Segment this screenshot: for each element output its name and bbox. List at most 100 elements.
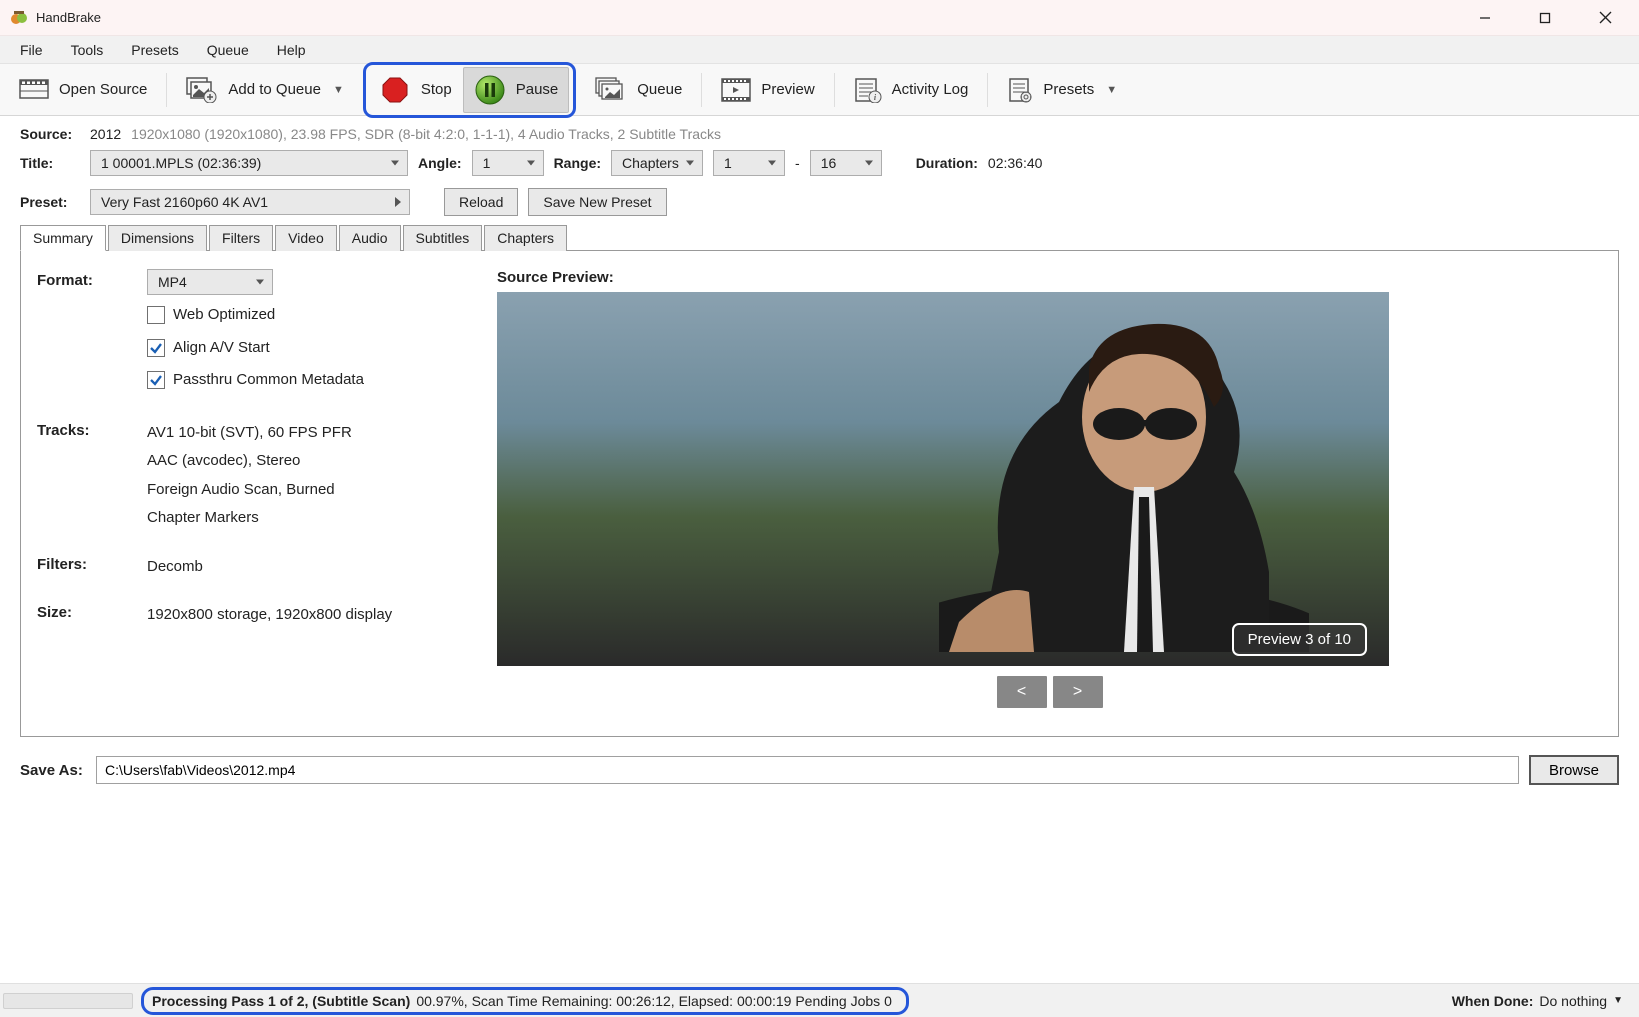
filters-label: Filters: (37, 553, 147, 573)
pause-label: Pause (516, 81, 559, 98)
tabstrip: Summary Dimensions Filters Video Audio S… (20, 224, 1619, 251)
chevron-down-icon: ▼ (1106, 84, 1117, 96)
when-done-dropdown[interactable]: When Done: Do nothing ▼ (1452, 993, 1623, 1009)
save-row: Save As: Browse (0, 743, 1639, 789)
tab-video[interactable]: Video (275, 225, 337, 251)
film-icon (19, 77, 49, 103)
size-value: 1920x800 storage, 1920x800 display (147, 601, 457, 630)
chevron-down-icon: ▼ (333, 84, 344, 96)
queue-button[interactable]: Queue (584, 70, 693, 110)
open-source-button[interactable]: Open Source (8, 70, 158, 110)
preview-button[interactable]: Preview (710, 71, 825, 109)
menubar: File Tools Presets Queue Help (0, 36, 1639, 64)
source-meta: 1920x1080 (1920x1080), 23.98 FPS, SDR (8… (131, 126, 721, 142)
tab-filters[interactable]: Filters (209, 225, 273, 251)
add-to-queue-label: Add to Queue (228, 81, 321, 98)
duration-value: 02:36:40 (988, 155, 1043, 171)
title-combo[interactable]: 1 00001.MPLS (02:36:39) (90, 150, 408, 176)
preview-next-button[interactable]: > (1053, 676, 1103, 708)
source-section: Source: 2012 1920x1080 (1920x1080), 23.9… (0, 116, 1639, 743)
checkbox-icon (147, 371, 165, 389)
range-from-combo[interactable]: 1 (713, 150, 785, 176)
checkbox-icon (147, 306, 165, 324)
tab-subtitles[interactable]: Subtitles (403, 225, 483, 251)
tab-chapters[interactable]: Chapters (484, 225, 567, 251)
tracks-value: AV1 10-bit (SVT), 60 FPS PFR AAC (avcode… (147, 419, 457, 533)
title-label: Title: (20, 155, 80, 171)
source-preview-image: Preview 3 of 10 (497, 292, 1389, 666)
browse-button[interactable]: Browse (1529, 755, 1619, 785)
presets-icon (1007, 77, 1033, 103)
web-optimized-checkbox[interactable]: Web Optimized (147, 301, 457, 330)
app-icon (10, 9, 28, 27)
source-label: Source: (20, 126, 80, 142)
open-source-label: Open Source (59, 81, 147, 98)
menu-tools[interactable]: Tools (57, 38, 118, 62)
queue-label: Queue (637, 81, 682, 98)
when-done-label: When Done: (1452, 993, 1534, 1009)
size-label: Size: (37, 601, 147, 621)
pause-icon (474, 74, 506, 106)
preview-counter: Preview 3 of 10 (1232, 623, 1367, 656)
align-av-label: Align A/V Start (173, 334, 270, 363)
add-to-queue-button[interactable]: Add to Queue ▼ (175, 70, 354, 110)
menu-presets[interactable]: Presets (117, 38, 192, 62)
save-new-preset-button[interactable]: Save New Preset (528, 188, 666, 216)
preview-figure (939, 312, 1309, 652)
progress-bar (3, 993, 133, 1009)
presets-button[interactable]: Presets ▼ (996, 70, 1128, 110)
range-type-combo[interactable]: Chapters (611, 150, 703, 176)
menu-help[interactable]: Help (263, 38, 320, 62)
stop-button[interactable]: Stop (368, 67, 463, 113)
save-path-input[interactable] (96, 756, 1519, 784)
close-button[interactable] (1575, 0, 1635, 36)
angle-combo[interactable]: 1 (472, 150, 544, 176)
align-av-checkbox[interactable]: Align A/V Start (147, 334, 457, 363)
window-title: HandBrake (36, 10, 101, 25)
preset-combo[interactable]: Very Fast 2160p60 4K AV1 (90, 189, 410, 215)
range-sep: - (795, 155, 800, 171)
format-combo[interactable]: MP4 (147, 269, 273, 295)
add-queue-icon (186, 77, 218, 103)
passthru-checkbox[interactable]: Passthru Common Metadata (147, 366, 457, 395)
maximize-icon (1539, 12, 1551, 24)
preview-prev-button[interactable]: < (997, 676, 1047, 708)
minimize-icon (1479, 12, 1491, 24)
preview-icon (721, 78, 751, 102)
maximize-button[interactable] (1515, 0, 1575, 36)
preview-nav: < > (497, 676, 1602, 708)
activity-log-button[interactable]: i Activity Log (843, 70, 980, 110)
status-text-highlight: Processing Pass 1 of 2, (Subtitle Scan) … (141, 987, 909, 1015)
stop-icon (379, 74, 411, 106)
menu-queue[interactable]: Queue (193, 38, 263, 62)
status-rest: 00.97%, Scan Time Remaining: 00:26:12, E… (416, 993, 892, 1009)
checkbox-icon (147, 339, 165, 357)
tab-panel-summary: Format: MP4 Web Optimized Align A/V Star… (20, 251, 1619, 737)
stop-label: Stop (421, 81, 452, 98)
titlebar: HandBrake (0, 0, 1639, 36)
duration-label: Duration: (916, 155, 978, 171)
separator (166, 73, 167, 107)
minimize-button[interactable] (1455, 0, 1515, 36)
chevron-down-icon: ▼ (1613, 995, 1623, 1006)
format-label: Format: (37, 269, 147, 289)
range-label: Range: (554, 155, 601, 171)
statusbar: Processing Pass 1 of 2, (Subtitle Scan) … (0, 983, 1639, 1017)
preview-label: Preview (761, 81, 814, 98)
activity-log-icon: i (854, 77, 882, 103)
separator (987, 73, 988, 107)
filters-value: Decomb (147, 553, 457, 582)
reload-preset-button[interactable]: Reload (444, 188, 518, 216)
queue-icon (595, 77, 627, 103)
tab-audio[interactable]: Audio (339, 225, 401, 251)
tab-dimensions[interactable]: Dimensions (108, 225, 207, 251)
web-optimized-label: Web Optimized (173, 301, 275, 330)
pause-button[interactable]: Pause (463, 67, 570, 113)
range-to-combo[interactable]: 16 (810, 150, 882, 176)
toolbar: Open Source Add to Queue ▼ Stop Pause Qu… (0, 64, 1639, 116)
tab-summary[interactable]: Summary (20, 225, 106, 251)
save-as-label: Save As: (20, 762, 86, 779)
when-done-value: Do nothing (1539, 993, 1607, 1009)
menu-file[interactable]: File (6, 38, 57, 62)
encode-controls-highlight: Stop Pause (363, 62, 576, 118)
